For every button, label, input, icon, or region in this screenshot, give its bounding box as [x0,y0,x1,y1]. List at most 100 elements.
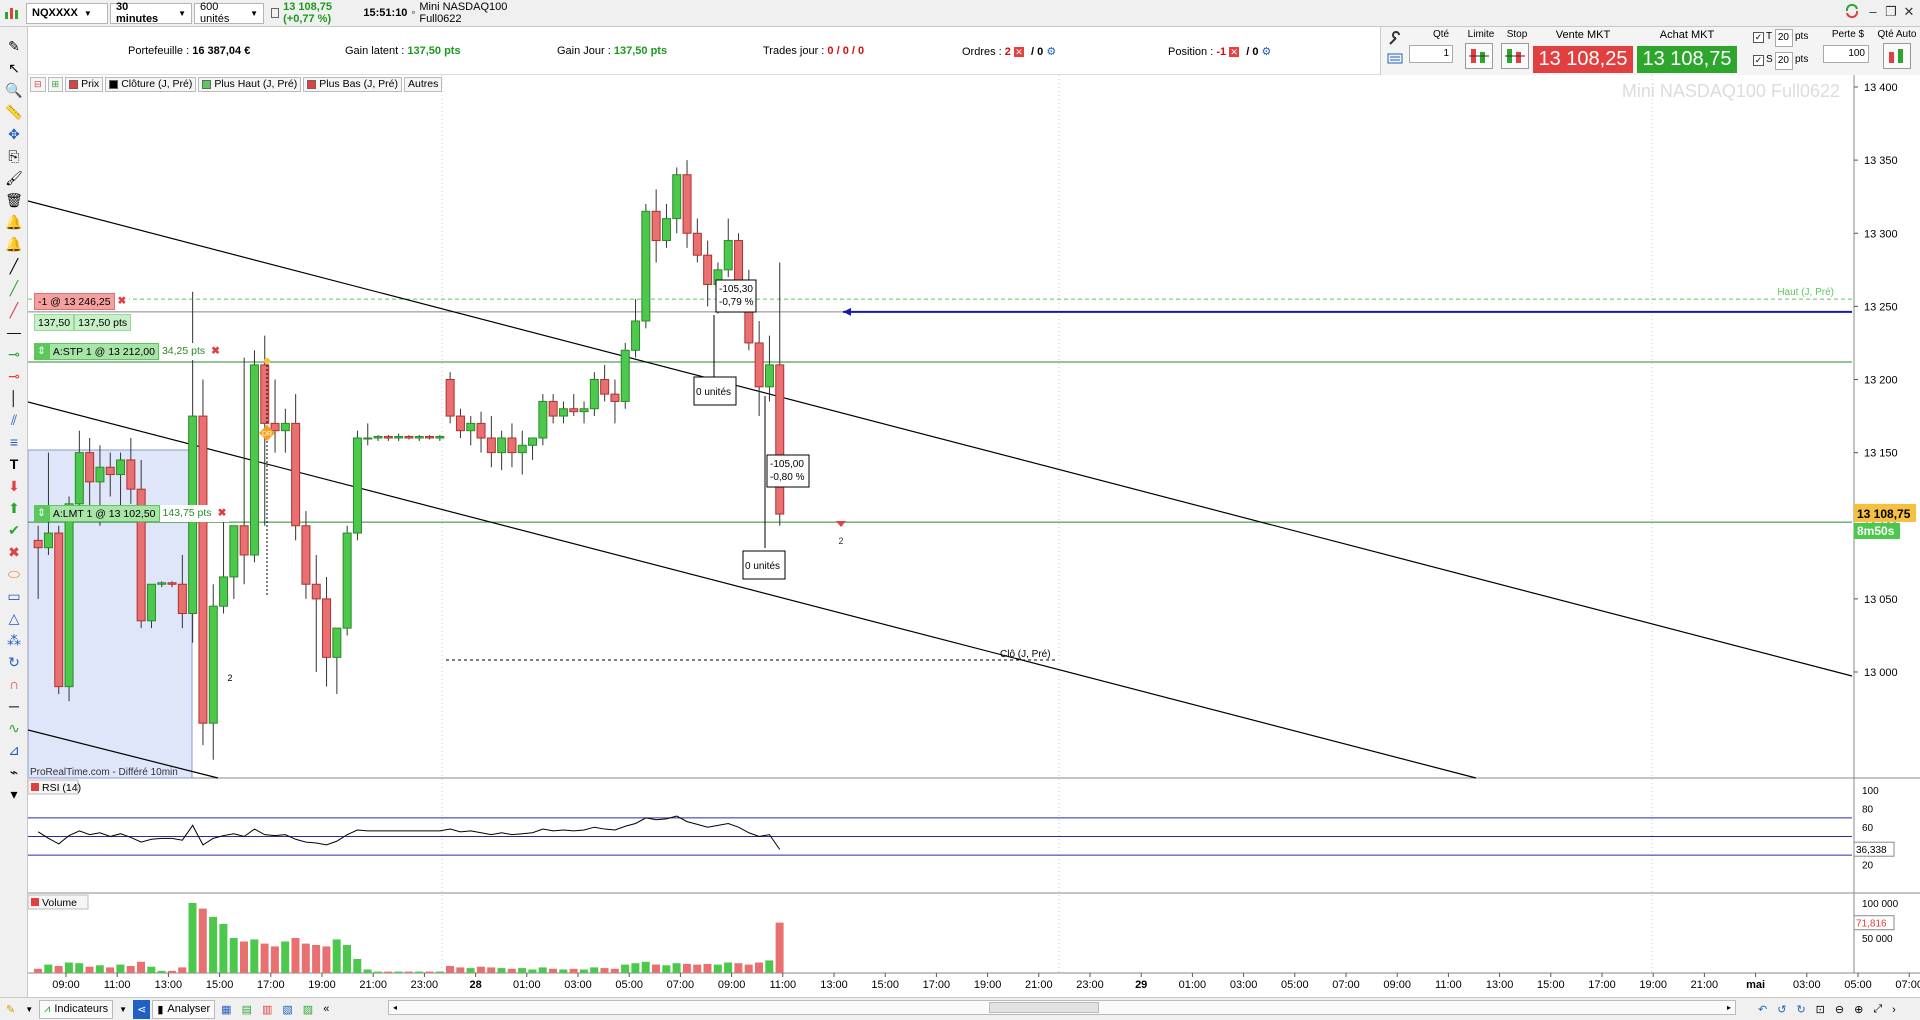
refresh-icon[interactable] [1843,3,1861,21]
chevron-down-icon[interactable]: ▼ [115,1000,131,1019]
drag-handle-icon[interactable]: ⇕ [34,505,49,522]
cancel-limit-x-icon[interactable]: ✖ [214,505,230,522]
paint-icon[interactable]: 🖌 [5,169,23,187]
copy-icon[interactable]: ⎘ [5,147,23,165]
undo-icon[interactable]: ↶ [1754,1000,1771,1019]
take-profit-input[interactable]: 20 [1775,29,1793,47]
next-icon[interactable]: › [1888,1000,1900,1019]
close-position-x-icon[interactable]: ✖ [114,293,130,310]
scroll-down-icon[interactable]: ▾ [5,785,23,803]
limit-order-button[interactable] [1465,43,1493,69]
stop-loss-checkbox[interactable]: ✓ [1753,55,1764,66]
red-line-icon[interactable]: ╱ [5,301,23,319]
keyboard-icon[interactable] [1387,51,1403,65]
arrow-down-icon[interactable]: ⬇ [5,477,23,495]
indicator-low[interactable]: Plus Bas (J, Pré) [303,77,403,92]
stop-order-tag[interactable]: ⇕ A:STP 1 @ 13 212,00 34,25 pts ✖ [34,343,223,360]
instrument-selector[interactable]: NQXXXX ▼ [26,2,108,24]
quantity-input[interactable]: 1 [1409,45,1453,63]
rectangle-icon[interactable]: ▭ [5,587,23,605]
horizontal-resistance-icon[interactable]: ⊸ [5,367,23,385]
cancel-stop-x-icon[interactable]: ✖ [208,343,223,360]
position-tag[interactable]: -1 @ 13 246,25 ✖ [34,293,130,310]
close-icon[interactable]: ✕ [1900,3,1918,21]
risk-input[interactable]: 100 [1823,45,1869,63]
settings-icon[interactable]: ⚙ [1262,46,1272,58]
check-icon[interactable]: ✔ [5,521,23,539]
triangle-icon[interactable]: △ [5,609,23,627]
units-selector[interactable]: 600 unités ▼ [194,1,264,25]
arrow-up-icon[interactable]: ⬆ [5,499,23,517]
chart-layout-icon[interactable]: ▥ [258,1000,276,1019]
text-icon[interactable]: T [5,455,23,473]
scroll-left-icon[interactable]: ◂ [389,1001,401,1014]
minimize-icon[interactable]: – [1864,3,1882,21]
buy-market-button[interactable]: 13 108,75 [1637,46,1737,73]
horizontal-scrollbar[interactable]: ◂ ▸ [388,1000,1736,1015]
horizontal-line-icon[interactable]: — [5,323,23,341]
orders-info[interactable]: Ordres : 2 ✕ / 0 ⚙ [962,45,1056,58]
timeframe-selector[interactable]: 30 minutes ▼ [110,1,192,25]
settings-icon[interactable]: ⚙ [1046,46,1056,58]
wrench-icon[interactable] [1387,31,1403,47]
screener-icon[interactable]: ▤ [238,1000,256,1019]
draw-icon[interactable]: ✎ [2,1000,19,1019]
green-line-icon[interactable]: ╱ [5,279,23,297]
move-icon[interactable]: ✥ [5,125,23,143]
cancel-orders-icon[interactable]: ✕ [1013,47,1024,58]
stop-loss-input[interactable]: 20 [1775,52,1793,70]
stop-order-button[interactable] [1501,43,1529,69]
fullscreen-icon[interactable]: ⤢ [1869,1000,1886,1019]
cursor-icon[interactable]: ↖ [5,59,23,77]
price-chart[interactable]: Mini NASDAQ100 Full0622 ProRealTime.com -… [28,75,1920,997]
trading-system-icon[interactable]: ▨ [299,1000,317,1019]
ticket-icon[interactable] [271,8,280,18]
bell-icon[interactable]: 🔔 [5,235,23,253]
ellipse-icon[interactable]: ⬭ [5,565,23,583]
pattern-icon[interactable]: ⁂ [5,631,23,649]
fast-rewind-icon[interactable]: « [319,1000,333,1019]
magnet-icon[interactable]: ∩ [5,675,23,693]
auto-qty-button[interactable] [1883,43,1911,69]
limit-order-tag[interactable]: ⇕ A:LMT 1 @ 13 102,50 143,75 pts ✖ [34,505,230,522]
indicator-close[interactable]: Clôture (J, Pré) [105,77,197,92]
zoom-icon[interactable]: 🔍 [5,81,23,99]
trash-icon[interactable]: 🗑 [5,191,23,209]
collapse-button[interactable]: ⊟ [30,77,46,92]
indicators-button[interactable]: ⩘ Indicateurs [39,999,114,1019]
fibonacci-icon[interactable]: ≡ [5,433,23,451]
backtest-icon[interactable]: ▧ [278,1000,296,1019]
horizontal-support-icon[interactable]: ⊸ [5,345,23,363]
expand-button[interactable]: ⊞ [47,77,64,92]
drag-handle-icon[interactable]: ⇕ [34,343,49,360]
pencil-icon[interactable]: ✎ [5,37,23,55]
cycle-icon[interactable]: ↻ [5,653,23,671]
wave-icon[interactable]: ∿ [5,719,23,737]
path-icon[interactable]: ⌁ [5,763,23,781]
calendar-icon[interactable]: ▦ [217,1000,235,1019]
ruler-icon[interactable]: 📏 [5,103,23,121]
alert-bell-icon[interactable]: 🔔 [5,213,23,231]
vertical-line-icon[interactable]: │ [5,389,23,407]
channel-icon[interactable]: ⫽ [5,411,23,429]
close-position-icon[interactable]: ✕ [1229,47,1240,58]
indicator-high[interactable]: Plus Haut (J, Pré) [198,77,302,92]
cross-icon[interactable]: ✖ [5,543,23,561]
sell-market-button[interactable]: 13 108,25 [1533,46,1633,73]
analyze-button[interactable]: ▮ Analyser [152,999,216,1019]
zoom-in-icon[interactable]: ⊕ [1850,1000,1867,1019]
indicator-price[interactable]: Prix [65,77,104,92]
scrollbar-thumb[interactable] [989,1002,1099,1013]
position-info[interactable]: Position : -1 ✕ / 0 ⚙ [1168,45,1271,58]
rewind-icon[interactable]: ↺ [1773,1000,1790,1019]
gann-fan-icon[interactable]: ⊿ [5,741,23,759]
chart-type-icon[interactable] [0,2,24,24]
restore-icon[interactable]: ❐ [1882,3,1900,21]
indicator-other[interactable]: Autres [404,77,443,92]
scroll-right-icon[interactable]: ▸ [1723,1001,1735,1014]
zoom-fit-icon[interactable]: ⊡ [1812,1000,1829,1019]
zoom-out-icon[interactable]: ⊖ [1831,1000,1848,1019]
trendline-icon[interactable]: ╱ [5,257,23,275]
take-profit-checkbox[interactable]: ✓ [1753,32,1764,43]
share-icon[interactable]: ⋖ [133,999,151,1019]
